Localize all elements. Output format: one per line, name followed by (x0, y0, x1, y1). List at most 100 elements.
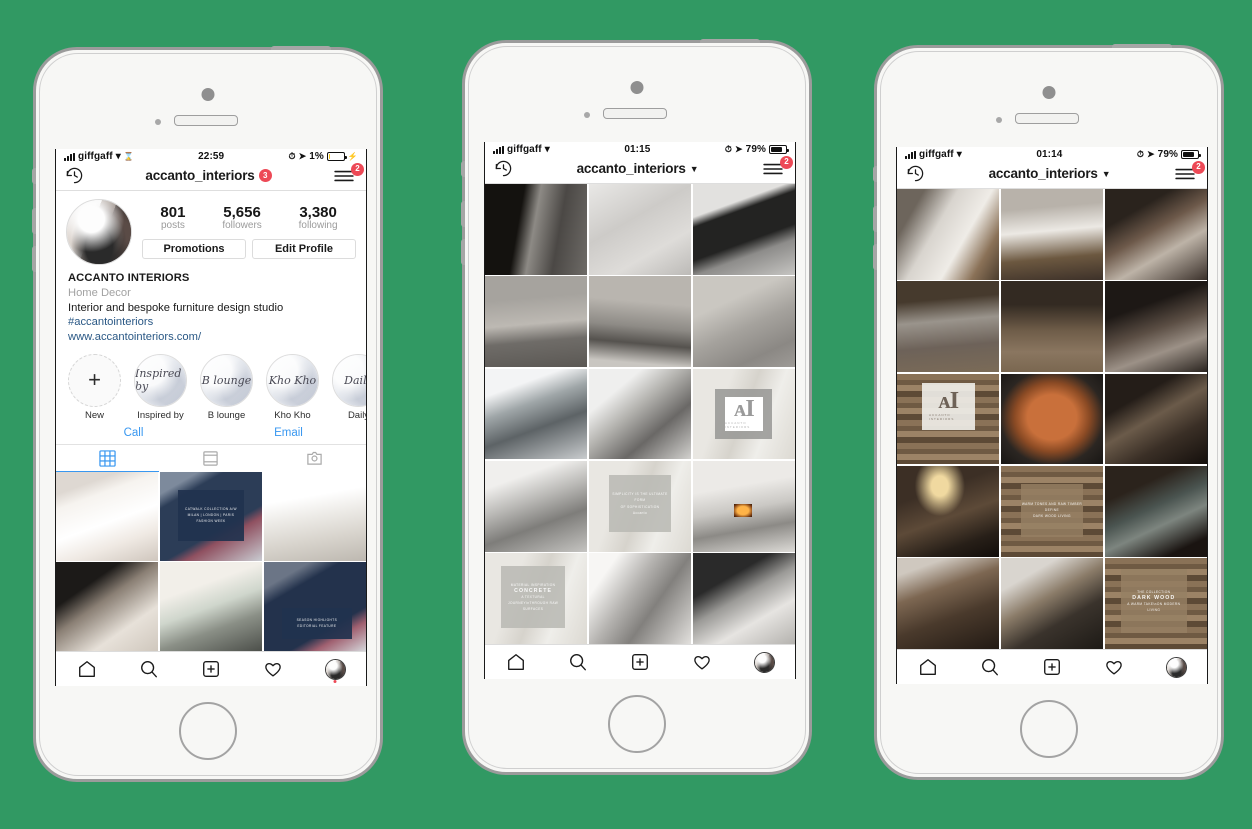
tile-logo-ai-wood[interactable]: ᴀI ACCANTO INTERIORS (897, 373, 1000, 465)
bio-hashtag[interactable]: #accantointeriors (68, 315, 354, 330)
tile-dark-sofa-room[interactable] (692, 553, 795, 644)
avatar[interactable] (66, 199, 132, 265)
earpiece-speaker-2 (603, 108, 667, 119)
home-icon[interactable] (76, 658, 98, 680)
tile-bed-wood-centre[interactable] (1000, 189, 1104, 280)
tile-bedroom-fireplace[interactable] (485, 184, 588, 275)
heart-icon[interactable] (691, 651, 713, 673)
tile-green-sofa[interactable] (1104, 465, 1207, 557)
tile-coffee-still-life[interactable] (1000, 558, 1104, 649)
bio-website[interactable]: www.accantointeriors.com/ (68, 330, 354, 345)
tile-logo-ai[interactable]: ᴀI ACCANTO INTERIORS (692, 368, 795, 460)
tile-bed-wood-left[interactable] (897, 189, 1000, 280)
add-post-icon[interactable] (200, 658, 222, 680)
tile-night-stand[interactable] (1104, 189, 1207, 280)
edit-profile-button[interactable]: Edit Profile (252, 239, 356, 260)
add-post-icon[interactable] (629, 651, 651, 673)
call-button[interactable]: Call (56, 427, 211, 439)
tile-fireplace-living[interactable] (692, 460, 795, 552)
tile-rug-book[interactable] (692, 276, 795, 368)
tile-bed-left[interactable] (485, 276, 588, 368)
tab-bar-3 (897, 649, 1207, 684)
home-icon[interactable] (505, 651, 527, 673)
tile-knit-throw[interactable] (588, 553, 692, 644)
tile-grey-sofa-living[interactable] (485, 460, 588, 552)
home-icon[interactable] (917, 656, 939, 678)
tile-chandelier-dining[interactable] (897, 465, 1000, 557)
tile-concrete-wall[interactable] (588, 184, 692, 275)
stat-followers[interactable]: 5,656 followers (222, 204, 261, 232)
tile-wood-floor-left[interactable] (897, 281, 1000, 373)
tile-wood-quote-card[interactable]: WARM TONES AND RAW TIMBER DEFINE DARK WO… (1000, 465, 1104, 557)
brand-logo-sub: ACCANTO INTERIORS (724, 420, 751, 429)
page-title[interactable]: accanto_interiors ▼ (989, 166, 1111, 181)
tile-bed-centre[interactable] (588, 276, 692, 368)
earpiece-speaker-1 (174, 115, 238, 126)
page-title[interactable]: accanto_interiors 3 (145, 168, 272, 183)
stat-posts-label: posts (160, 219, 185, 231)
tile-concrete-card[interactable]: MATERIAL INSPIRATION CONCRETE A TEXTURAL… (485, 553, 588, 644)
hamburger-menu-icon[interactable]: 2 (333, 162, 364, 184)
post-tile[interactable] (56, 471, 159, 561)
home-button-1[interactable] (179, 702, 237, 760)
page-title[interactable]: accanto_interiors ▼ (577, 161, 699, 176)
status-bar-3: giffgaff ▾ 01:14 ⏱ ➤ 79% (897, 147, 1207, 161)
profile-avatar-icon[interactable] (753, 651, 775, 673)
tab-list[interactable] (159, 445, 262, 472)
phone-frame-2: giffgaff ▾ 01:15 ⏱ ➤ 79% accanto_interio… (461, 39, 812, 775)
brand-logo-sub: ACCANTO INTERIORS (929, 413, 955, 422)
hamburger-menu-icon[interactable]: 2 (1174, 160, 1205, 182)
hamburger-menu-icon[interactable]: 2 (762, 155, 793, 177)
highlight-script: Kho Kho (268, 373, 317, 387)
tile-library-shelves[interactable] (897, 558, 1000, 649)
alarm-icon: ⏱ (724, 144, 733, 154)
post-tile[interactable]: CATWALK COLLECTION A/W MILAN | LONDON | … (159, 471, 263, 561)
tab-tagged[interactable] (263, 445, 366, 472)
tile-throw-armchair[interactable] (1104, 281, 1207, 373)
history-clock-icon[interactable] (65, 166, 84, 185)
search-icon[interactable] (567, 651, 589, 673)
earpiece-speaker-3 (1015, 113, 1079, 124)
history-clock-icon[interactable] (494, 159, 513, 178)
stat-following[interactable]: 3,380 following (299, 204, 338, 232)
search-icon[interactable] (979, 656, 1001, 678)
carrier-label: giffgaff (919, 149, 954, 160)
post-tile[interactable] (159, 562, 263, 651)
tile-wood-floor-centre[interactable] (1000, 281, 1104, 373)
highlight-b-lounge[interactable]: B lounge B lounge (199, 353, 254, 421)
tile-darkwood-card[interactable]: THE COLLECTION DARK WOOD A WARM TAKE\nON… (1104, 558, 1207, 649)
post-tile[interactable] (56, 562, 159, 651)
home-button-3[interactable] (1020, 700, 1078, 758)
status-bar-1: giffgaff ▾ ⌛ 22:59 ⏱ ➤ 1% ⚡ (56, 149, 366, 163)
tile-black-lounge-chair[interactable] (692, 184, 795, 275)
tab-grid[interactable] (56, 445, 160, 472)
highlight-inspired-by[interactable]: Inspired by Inspired by (133, 353, 188, 421)
tile-quote-card[interactable]: SIMPLICITY IS THE ULTIMATE FORM OF SOPHI… (588, 460, 692, 552)
profile-avatar-icon[interactable] (324, 658, 346, 683)
stat-posts[interactable]: 801 posts (160, 204, 185, 232)
highlight-daily[interactable]: Daily Daily (331, 353, 366, 421)
search-icon[interactable] (138, 658, 160, 680)
promotions-button[interactable]: Promotions (142, 239, 246, 260)
heart-icon[interactable] (1103, 656, 1125, 678)
history-clock-icon[interactable] (906, 164, 925, 183)
highlight-new[interactable]: + New (67, 353, 122, 421)
home-button-2[interactable] (608, 695, 666, 753)
tile-modern-house[interactable] (485, 368, 588, 460)
highlight-kho-kho[interactable]: Kho Kho Kho Kho (265, 353, 320, 421)
story-highlights: + New Inspired by Inspired by B lounge B… (56, 345, 366, 423)
profile-avatar-icon[interactable] (1165, 656, 1187, 678)
add-post-icon[interactable] (1041, 656, 1063, 678)
tab-bar-2 (485, 644, 795, 679)
tile-modern-room-vase[interactable] (588, 368, 692, 460)
location-arrow-icon: ➤ (735, 144, 743, 154)
post-tile[interactable]: SEASON HIGHLIGHTS EDITORIAL FEATURE (263, 562, 366, 651)
post-tile[interactable] (263, 471, 366, 561)
front-camera-1 (201, 88, 215, 101)
email-button[interactable]: Email (211, 427, 366, 439)
signal-bars-icon (493, 145, 504, 154)
tile-dark-fireplace-room[interactable] (1104, 373, 1207, 465)
tile-copper-bowl[interactable] (1000, 373, 1104, 465)
heart-icon[interactable] (262, 658, 284, 680)
brand-logo-text: ᴀI (733, 396, 755, 423)
